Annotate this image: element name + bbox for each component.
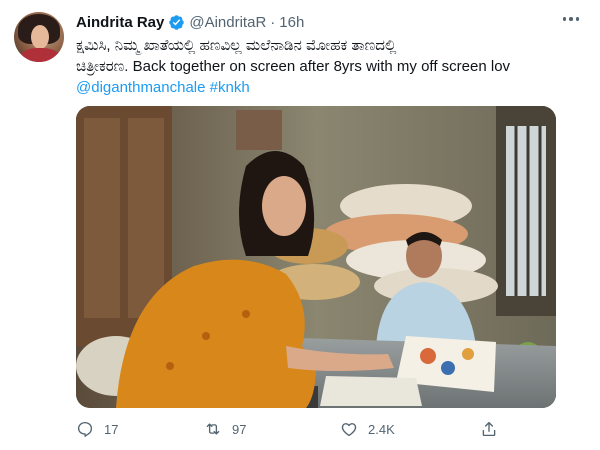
tweet-card[interactable]: Aindrita Ray @AindritaR · 16h ಕ್ಷಮಿಸಿ, ನ… — [0, 0, 600, 450]
share-icon — [482, 421, 496, 437]
tweet-text-line-1: ಕ್ಷಮಿಸಿ, ನಿಮ್ಮ ಖಾತೆಯಲ್ಲಿ ಹಣವಿಲ್ಲ ಮಲೆನಾಡಿ… — [76, 37, 397, 54]
hashtag-link[interactable]: #knkh — [210, 79, 250, 96]
like-count: 2.4K — [368, 421, 395, 437]
tweet-text: ಕ್ಷಮಿಸಿ, ನಿಮ್ಮ ಖಾತೆಯಲ್ಲಿ ಹಣವಿಲ್ಲ ಮಲೆನಾಡಿ… — [76, 35, 586, 98]
reply-button[interactable]: 17 — [76, 418, 118, 440]
reply-icon — [77, 421, 93, 437]
retweet-icon — [206, 423, 220, 435]
tweet-mentions-line: @diganthmanchale #knkh — [76, 77, 586, 98]
share-button[interactable] — [480, 418, 498, 440]
more-options-icon[interactable] — [560, 10, 582, 28]
avatar[interactable] — [14, 12, 64, 62]
author-name[interactable]: Aindrita Ray — [76, 14, 164, 31]
tweet-header: Aindrita Ray @AindritaR · 16h — [76, 12, 304, 32]
tweet-media-image[interactable] — [76, 106, 556, 408]
retweet-button[interactable]: 97 — [204, 418, 246, 440]
tweet-actions: 17 97 2.4K — [76, 418, 516, 440]
timestamp[interactable]: 16h — [279, 14, 304, 31]
separator-dot: · — [270, 13, 276, 31]
like-button[interactable]: 2.4K — [340, 418, 395, 440]
retweet-count: 97 — [232, 421, 247, 437]
verified-badge-icon — [168, 14, 185, 31]
mention-link[interactable]: @diganthmanchale — [76, 79, 205, 96]
heart-icon — [341, 423, 357, 437]
tweet-text-line-2: ಚಿತ್ರೀಕರಣ. Back together on screen after… — [76, 58, 511, 75]
reply-count: 17 — [104, 421, 119, 437]
author-handle[interactable]: @AindritaR — [189, 14, 266, 31]
